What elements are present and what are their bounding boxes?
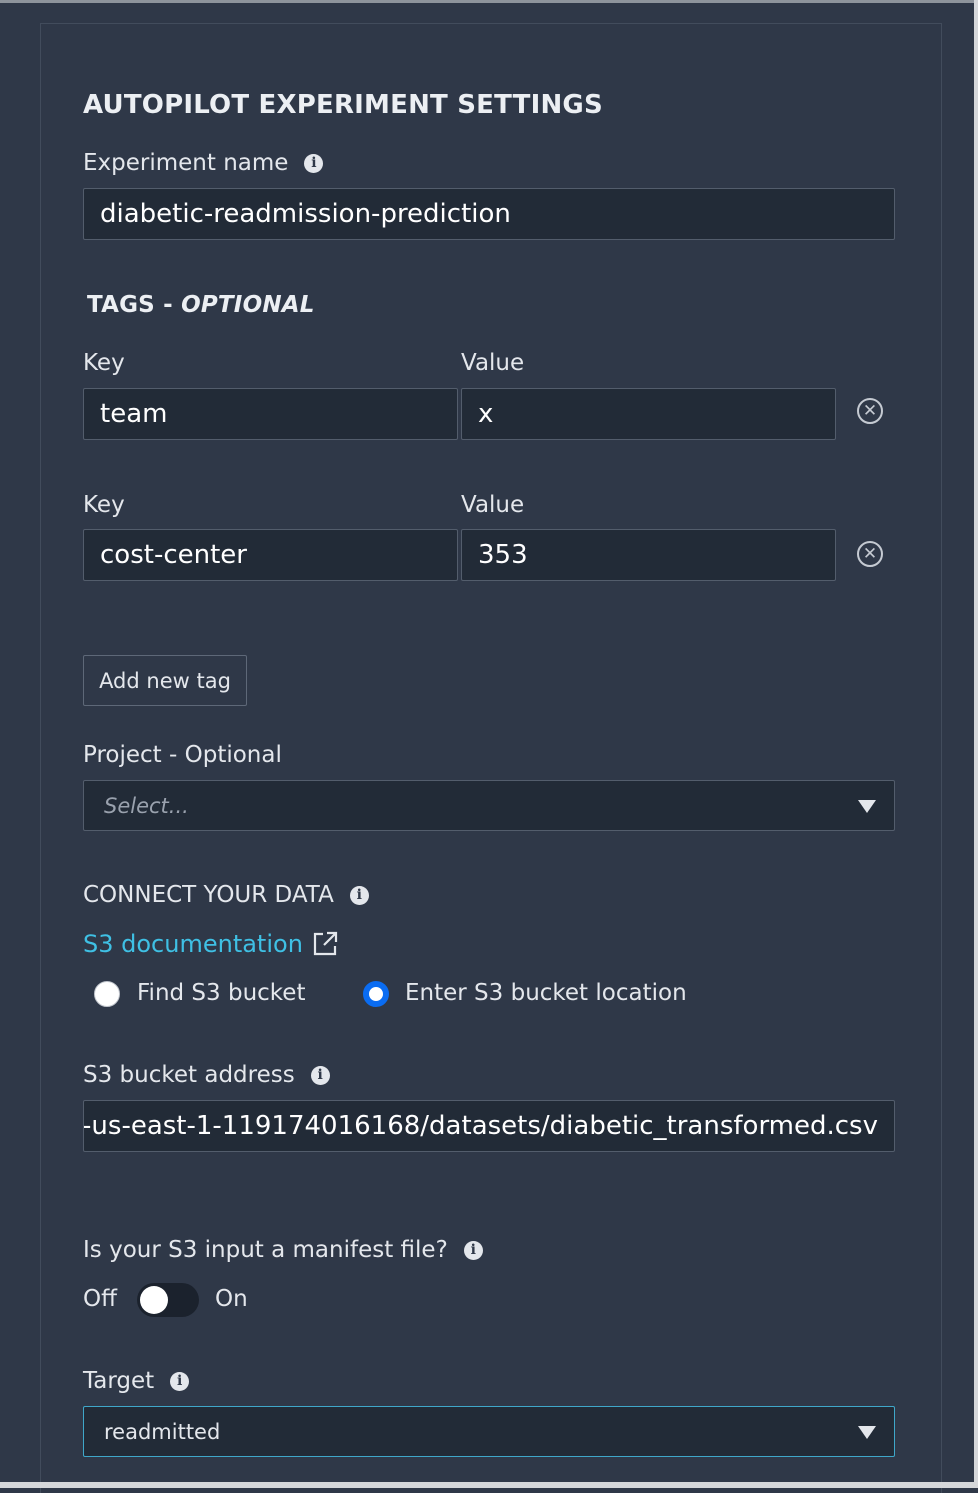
add-new-tag-button[interactable]: Add new tag — [83, 655, 247, 706]
manifest-label-row: Is your S3 input a manifest file? i — [83, 1237, 483, 1263]
tag-value-input[interactable]: x — [461, 388, 836, 440]
target-label-row: Target i — [83, 1368, 190, 1394]
tag-value-input[interactable]: 353 — [461, 529, 836, 581]
tags-title-optional: OPTIONAL — [181, 292, 315, 318]
info-icon[interactable]: i — [349, 885, 369, 905]
tag-value-label: Value — [461, 492, 525, 518]
connect-data-title: CONNECT YOUR DATA — [83, 882, 334, 908]
project-select-placeholder: Select... — [104, 793, 189, 818]
tag-value-label: Value — [461, 350, 525, 376]
toggle-on-label: On — [215, 1286, 248, 1312]
tag-key-input[interactable]: team — [83, 388, 458, 440]
remove-tag-icon[interactable]: ✕ — [857, 398, 883, 424]
project-label: Project - Optional — [83, 742, 282, 768]
target-select[interactable]: readmitted — [83, 1406, 895, 1457]
find-s3-bucket-radio[interactable] — [94, 981, 120, 1007]
info-icon[interactable]: i — [310, 1065, 330, 1085]
tag-key-label: Key — [83, 492, 125, 518]
project-select[interactable]: Select... — [83, 780, 895, 831]
tags-title-text: TAGS - — [87, 292, 182, 318]
remove-tag-icon[interactable]: ✕ — [857, 541, 883, 567]
info-icon[interactable]: i — [304, 153, 324, 173]
toggle-off-label: Off — [83, 1286, 117, 1312]
section-title: AUTOPILOT EXPERIMENT SETTINGS — [83, 90, 603, 120]
tag-key-label: Key — [83, 350, 125, 376]
caret-down-icon — [858, 799, 876, 813]
enter-s3-location-radio[interactable] — [363, 981, 389, 1007]
window-bottom-edge — [0, 1482, 978, 1488]
caret-down-icon — [858, 1425, 876, 1439]
experiment-name-label: Experiment name — [83, 150, 289, 176]
s3-address-label-row: S3 bucket address i — [83, 1062, 330, 1088]
s3-documentation-link[interactable]: S3 documentation — [83, 930, 339, 958]
target-select-value: readmitted — [104, 1419, 221, 1444]
connect-data-title-row: CONNECT YOUR DATA i — [83, 882, 369, 908]
external-link-icon[interactable] — [311, 930, 339, 958]
tag-key-input[interactable]: cost-center — [83, 529, 458, 581]
manifest-toggle[interactable] — [137, 1283, 199, 1317]
window-top-border — [0, 0, 978, 3]
target-label: Target — [83, 1368, 155, 1394]
s3-documentation-link-text[interactable]: S3 documentation — [83, 930, 303, 958]
manifest-label: Is your S3 input a manifest file? — [83, 1237, 448, 1263]
find-s3-bucket-label[interactable]: Find S3 bucket — [137, 980, 305, 1006]
s3-address-input[interactable]: -us-east-1-119174016168/datasets/diabeti… — [83, 1100, 895, 1152]
info-icon[interactable]: i — [463, 1240, 483, 1260]
enter-s3-location-label[interactable]: Enter S3 bucket location — [405, 980, 687, 1006]
window-right-edge — [974, 0, 978, 1488]
experiment-name-label-row: Experiment name i — [83, 150, 324, 176]
info-icon[interactable]: i — [170, 1371, 190, 1391]
s3-address-label: S3 bucket address — [83, 1062, 295, 1088]
toggle-knob — [140, 1286, 168, 1314]
tags-title: TAGS - OPTIONAL — [87, 292, 315, 318]
experiment-name-input[interactable]: diabetic-readmission-prediction — [83, 188, 895, 240]
